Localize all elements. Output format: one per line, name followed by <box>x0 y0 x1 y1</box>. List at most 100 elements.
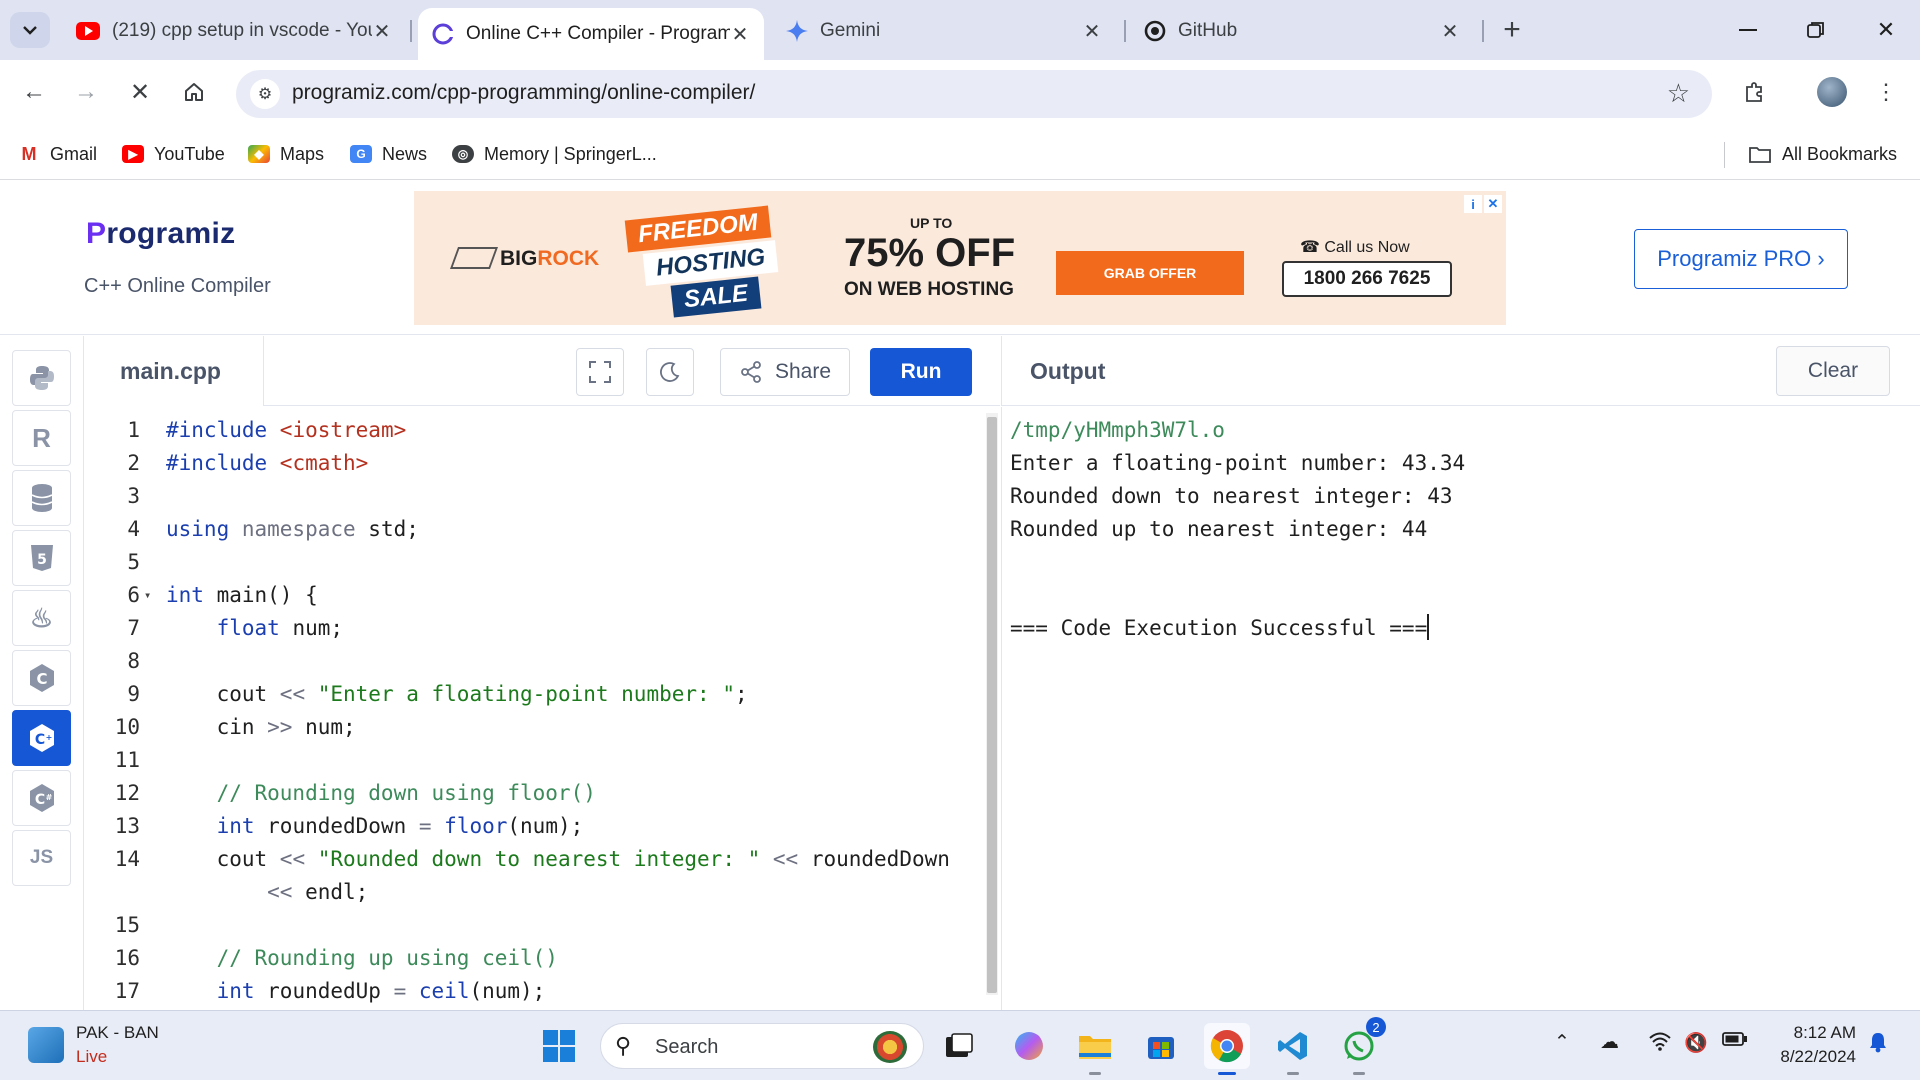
system-clock[interactable]: 8:12 AM 8/22/2024 <box>1770 1021 1856 1069</box>
code-line[interactable]: 10 cin >> num; <box>84 711 984 744</box>
bookmark-label: News <box>382 143 428 164</box>
profile-button[interactable] <box>1812 72 1852 112</box>
bookmark-news[interactable]: G News <box>350 140 427 168</box>
tab-github[interactable]: GitHub ✕ <box>1130 8 1474 54</box>
logo-p: P <box>86 217 107 250</box>
code-line[interactable]: 3 <box>84 480 984 513</box>
lang-r[interactable]: R <box>12 410 71 466</box>
stop-loading-button[interactable]: ✕ <box>120 72 160 112</box>
close-icon[interactable]: ✕ <box>730 24 750 46</box>
fullscreen-button[interactable] <box>576 348 624 396</box>
ad-choices[interactable]: i ✕ <box>1464 195 1502 213</box>
show-hidden-icons-button[interactable]: ⌃ <box>1554 1031 1570 1054</box>
minimize-button[interactable] <box>1718 10 1778 50</box>
close-icon[interactable]: ✕ <box>1440 21 1460 43</box>
lang-c[interactable]: C <box>12 650 71 706</box>
volume-muted-icon[interactable]: 🔇 <box>1684 1031 1708 1055</box>
close-icon[interactable]: ✕ <box>372 21 392 43</box>
code-line[interactable]: 17 int roundedUp = ceil(num); <box>84 975 984 1008</box>
microsoft-store-button[interactable] <box>1138 1023 1184 1069</box>
code-line[interactable]: 2 #include <cmath> <box>84 447 984 480</box>
notifications-bell-icon[interactable] <box>1868 1031 1888 1059</box>
code-line[interactable]: 5 <box>84 546 984 579</box>
programiz-logo[interactable]: Programiz <box>86 217 235 251</box>
code-text: cout << "Rounded down to nearest integer… <box>166 843 950 876</box>
lang-cpp[interactable]: C + <box>12 710 71 766</box>
run-button[interactable]: Run <box>870 348 972 396</box>
code-line[interactable]: 1 #include <iostream> <box>84 414 984 447</box>
code-line[interactable]: 7 float num; <box>84 612 984 645</box>
site-info-icon[interactable]: ⚙ <box>250 79 280 109</box>
forward-button[interactable]: → <box>66 72 106 112</box>
browser-menu-button[interactable]: ⋮ <box>1866 72 1906 112</box>
code-line[interactable]: 6 ▾ int main() { <box>84 579 984 612</box>
tab-youtube[interactable]: (219) cpp setup in vscode - You ✕ <box>62 8 406 54</box>
close-icon[interactable]: ✕ <box>1484 195 1502 213</box>
vscode-button[interactable] <box>1270 1023 1316 1075</box>
tab-programiz[interactable]: Online C++ Compiler - Program ✕ <box>418 8 764 60</box>
whatsapp-button[interactable]: 2 <box>1336 1017 1386 1075</box>
bookmark-star-icon[interactable]: ☆ <box>1667 78 1690 109</box>
clock-date: 8/22/2024 <box>1780 1047 1856 1066</box>
code-editor[interactable]: 1 #include <iostream> 2 #include <cmath> 3 4 u… <box>84 407 1000 1010</box>
extensions-button[interactable] <box>1734 72 1774 112</box>
bookmark-youtube[interactable]: ▶ YouTube <box>122 140 225 168</box>
lang-sql[interactable] <box>12 470 71 526</box>
output-console[interactable]: /tmp/yHMmph3W7l.o Enter a floating-point … <box>1001 407 1920 1010</box>
bookmark-gmail[interactable]: M Gmail <box>18 140 97 168</box>
bookmark-springer[interactable]: ◎ Memory | SpringerL... <box>452 140 657 168</box>
taskbar-search[interactable]: ⚲ Search <box>600 1023 924 1069</box>
code-line[interactable]: 14 cout << "Rounded down to nearest inte… <box>84 843 984 876</box>
code-line[interactable]: 16 // Rounding up using ceil() <box>84 942 984 975</box>
lang-java[interactable]: ♨ <box>12 590 71 646</box>
restore-button[interactable] <box>1786 10 1846 50</box>
file-tab[interactable]: main.cpp <box>84 336 264 406</box>
address-bar[interactable]: ⚙ programiz.com/cpp-programming/online-c… <box>236 70 1712 118</box>
fold-arrow-icon[interactable]: ▾ <box>144 579 151 612</box>
code-line[interactable]: << endl; <box>84 876 984 909</box>
task-view-button[interactable] <box>936 1023 982 1069</box>
all-bookmarks[interactable]: All Bookmarks <box>1748 140 1897 168</box>
tab-gemini[interactable]: Gemini ✕ <box>772 8 1116 54</box>
lang-javascript[interactable]: JS <box>12 830 71 886</box>
copilot-button[interactable] <box>1006 1023 1052 1069</box>
onedrive-icon[interactable]: ☁ <box>1600 1031 1619 1054</box>
home-button[interactable] <box>174 72 214 112</box>
lang-csharp[interactable]: C # <box>12 770 71 826</box>
code-line[interactable]: 12 // Rounding down using floor() <box>84 777 984 810</box>
lang-html[interactable]: 5 <box>12 530 71 586</box>
wifi-icon[interactable] <box>1648 1031 1672 1057</box>
lang-python[interactable] <box>12 350 71 406</box>
code-line[interactable]: 11 <box>84 744 984 777</box>
code-line[interactable]: 4 using namespace std; <box>84 513 984 546</box>
code-line[interactable]: 9 cout << "Enter a floating-point number… <box>84 678 984 711</box>
editor-scrollbar[interactable] <box>986 413 998 995</box>
close-window-button[interactable]: ✕ <box>1856 10 1916 50</box>
chrome-button[interactable] <box>1204 1023 1250 1075</box>
new-tab-button[interactable]: + <box>1496 13 1528 46</box>
url-text[interactable]: programiz.com/cpp-programming/online-com… <box>292 81 755 105</box>
csharp-language-icon: C # <box>29 784 54 812</box>
code-line[interactable]: 15 <box>84 909 984 942</box>
output-title: Output <box>1030 358 1106 384</box>
back-button[interactable]: ← <box>14 72 54 112</box>
ad-grab-offer-button[interactable]: GRAB OFFER <box>1056 251 1244 295</box>
weather-widget[interactable]: PAK - BAN Live <box>28 1023 228 1071</box>
clear-button[interactable]: Clear <box>1776 346 1890 396</box>
close-icon[interactable]: ✕ <box>1082 21 1102 43</box>
code-line[interactable]: 13 int roundedDown = floor(num); <box>84 810 984 843</box>
programiz-pro-button[interactable]: Programiz PRO › <box>1634 229 1848 289</box>
share-button[interactable]: Share <box>720 348 850 396</box>
bookmark-maps[interactable]: ◆ Maps <box>248 140 324 168</box>
code-line[interactable]: 8 <box>84 645 984 678</box>
battery-icon[interactable] <box>1722 1031 1748 1053</box>
tab-search-button[interactable] <box>10 12 50 48</box>
dark-mode-button[interactable] <box>646 348 694 396</box>
svg-text:C: C <box>34 732 44 748</box>
output-line: /tmp/yHMmph3W7l.o <box>1010 418 1225 442</box>
file-explorer-button[interactable] <box>1072 1023 1118 1075</box>
scrollbar-thumb[interactable] <box>987 417 997 993</box>
advertisement-banner[interactable]: BIGROCK FREEDOM HOSTING SALE UP TO 75% O… <box>414 191 1506 325</box>
info-icon[interactable]: i <box>1464 195 1482 213</box>
start-button[interactable] <box>536 1023 582 1069</box>
